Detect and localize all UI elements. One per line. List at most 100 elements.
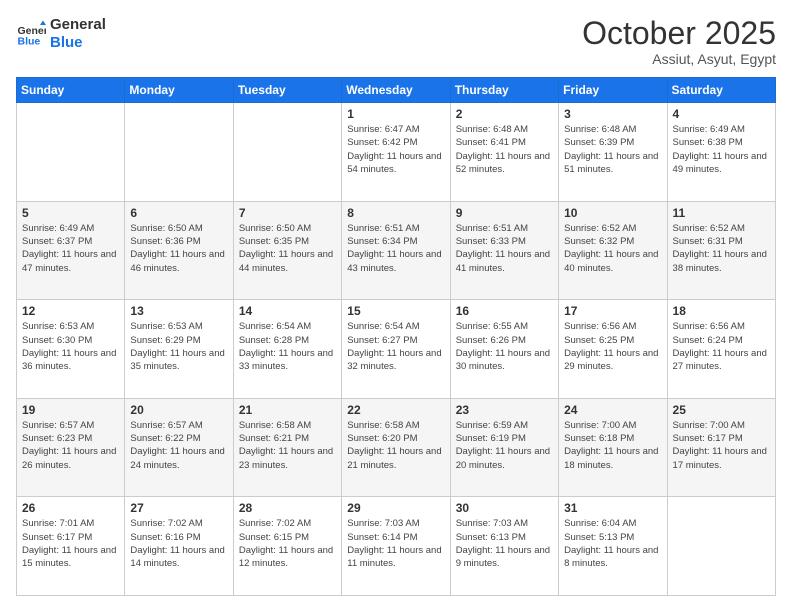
calendar-cell xyxy=(667,497,775,596)
day-info: Sunrise: 6:54 AMSunset: 6:27 PMDaylight:… xyxy=(347,320,444,373)
day-info: Sunrise: 6:51 AMSunset: 6:34 PMDaylight:… xyxy=(347,222,444,275)
day-info: Sunrise: 6:59 AMSunset: 6:19 PMDaylight:… xyxy=(456,419,553,472)
day-info: Sunrise: 6:50 AMSunset: 6:36 PMDaylight:… xyxy=(130,222,227,275)
day-info: Sunrise: 6:48 AMSunset: 6:41 PMDaylight:… xyxy=(456,123,553,176)
day-info: Sunrise: 6:53 AMSunset: 6:30 PMDaylight:… xyxy=(22,320,119,373)
title-block: October 2025 Assiut, Asyut, Egypt xyxy=(582,16,776,67)
day-number: 18 xyxy=(673,304,770,318)
calendar-cell: 13Sunrise: 6:53 AMSunset: 6:29 PMDayligh… xyxy=(125,300,233,399)
day-info: Sunrise: 6:54 AMSunset: 6:28 PMDaylight:… xyxy=(239,320,336,373)
day-number: 19 xyxy=(22,403,119,417)
day-info: Sunrise: 7:01 AMSunset: 6:17 PMDaylight:… xyxy=(22,517,119,570)
day-info: Sunrise: 6:58 AMSunset: 6:21 PMDaylight:… xyxy=(239,419,336,472)
header: General Blue General Blue October 2025 A… xyxy=(16,16,776,67)
logo-icon: General Blue xyxy=(16,19,46,49)
day-info: Sunrise: 6:04 AMSunset: 5:13 PMDaylight:… xyxy=(564,517,661,570)
calendar-cell: 19 Sunrise: 6:57 AMSunset: 6:23 PMDayligh… xyxy=(17,398,125,497)
day-info: Sunrise: 6:47 AMSunset: 6:42 PMDaylight:… xyxy=(347,123,444,176)
day-info: Sunrise: 6:49 AMSunset: 6:38 PMDaylight:… xyxy=(673,123,770,176)
day-info: Sunrise: 6:49 AMSunset: 6:37 PMDaylight:… xyxy=(22,222,119,275)
calendar-cell: 6 Sunrise: 6:50 AMSunset: 6:36 PMDaylight… xyxy=(125,201,233,300)
day-info: Sunrise: 7:02 AMSunset: 6:16 PMDaylight:… xyxy=(130,517,227,570)
calendar-cell: 8 Sunrise: 6:51 AMSunset: 6:34 PMDaylight… xyxy=(342,201,450,300)
day-info: Sunrise: 6:55 AMSunset: 6:26 PMDaylight:… xyxy=(456,320,553,373)
calendar-cell: 11 Sunrise: 6:52 AMSunset: 6:31 PMDayligh… xyxy=(667,201,775,300)
day-number: 27 xyxy=(130,501,227,515)
day-number: 31 xyxy=(564,501,661,515)
day-info: Sunrise: 6:56 AMSunset: 6:24 PMDaylight:… xyxy=(673,320,770,373)
day-info: Sunrise: 6:57 AMSunset: 6:23 PMDaylight:… xyxy=(22,419,119,472)
day-number: 3 xyxy=(564,107,661,121)
day-of-week-header: Monday xyxy=(125,78,233,103)
day-number: 5 xyxy=(22,206,119,220)
calendar-cell: 25 Sunrise: 7:00 AMSunset: 6:17 PMDayligh… xyxy=(667,398,775,497)
day-of-week-header: Tuesday xyxy=(233,78,341,103)
day-number: 9 xyxy=(456,206,553,220)
day-number: 8 xyxy=(347,206,444,220)
day-number: 13 xyxy=(130,304,227,318)
day-number: 23 xyxy=(456,403,553,417)
calendar-cell: 14 Sunrise: 6:54 AMSunset: 6:28 PMDayligh… xyxy=(233,300,341,399)
day-info: Sunrise: 6:56 AMSunset: 6:25 PMDaylight:… xyxy=(564,320,661,373)
calendar-cell: 22Sunrise: 6:58 AMSunset: 6:20 PMDayligh… xyxy=(342,398,450,497)
calendar-cell: 26 Sunrise: 7:01 AMSunset: 6:17 PMDayligh… xyxy=(17,497,125,596)
day-number: 6 xyxy=(130,206,227,220)
day-number: 15 xyxy=(347,304,444,318)
day-number: 20 xyxy=(130,403,227,417)
calendar-cell: 12 Sunrise: 6:53 AMSunset: 6:30 PMDayligh… xyxy=(17,300,125,399)
day-number: 12 xyxy=(22,304,119,318)
day-info: Sunrise: 7:00 AMSunset: 6:17 PMDaylight:… xyxy=(673,419,770,472)
calendar-cell: 1Sunrise: 6:47 AMSunset: 6:42 PMDaylight… xyxy=(342,103,450,202)
calendar-cell: 24 Sunrise: 7:00 AMSunset: 6:18 PMDayligh… xyxy=(559,398,667,497)
calendar-table: SundayMondayTuesdayWednesdayThursdayFrid… xyxy=(16,77,776,596)
logo: General Blue General Blue xyxy=(16,16,106,52)
day-info: Sunrise: 6:52 AMSunset: 6:31 PMDaylight:… xyxy=(673,222,770,275)
day-info: Sunrise: 7:03 AMSunset: 6:14 PMDaylight:… xyxy=(347,517,444,570)
day-number: 11 xyxy=(673,206,770,220)
day-of-week-header: Friday xyxy=(559,78,667,103)
calendar-cell: 3 Sunrise: 6:48 AMSunset: 6:39 PMDaylight… xyxy=(559,103,667,202)
calendar-cell: 9 Sunrise: 6:51 AMSunset: 6:33 PMDaylight… xyxy=(450,201,558,300)
day-of-week-header: Thursday xyxy=(450,78,558,103)
logo-text: General Blue xyxy=(50,16,106,52)
svg-text:Blue: Blue xyxy=(18,36,41,48)
calendar-cell: 5 Sunrise: 6:49 AMSunset: 6:37 PMDaylight… xyxy=(17,201,125,300)
calendar-cell: 23 Sunrise: 6:59 AMSunset: 6:19 PMDayligh… xyxy=(450,398,558,497)
day-info: Sunrise: 6:52 AMSunset: 6:32 PMDaylight:… xyxy=(564,222,661,275)
calendar-cell xyxy=(125,103,233,202)
calendar-cell: 2 Sunrise: 6:48 AMSunset: 6:41 PMDaylight… xyxy=(450,103,558,202)
day-number: 17 xyxy=(564,304,661,318)
calendar-cell: 27 Sunrise: 7:02 AMSunset: 6:16 PMDayligh… xyxy=(125,497,233,596)
day-info: Sunrise: 7:00 AMSunset: 6:18 PMDaylight:… xyxy=(564,419,661,472)
calendar-cell xyxy=(233,103,341,202)
calendar-cell: 30Sunrise: 7:03 AMSunset: 6:13 PMDayligh… xyxy=(450,497,558,596)
calendar-cell: 16 Sunrise: 6:55 AMSunset: 6:26 PMDayligh… xyxy=(450,300,558,399)
day-info: Sunrise: 6:48 AMSunset: 6:39 PMDaylight:… xyxy=(564,123,661,176)
calendar-cell: 21 Sunrise: 6:58 AMSunset: 6:21 PMDayligh… xyxy=(233,398,341,497)
calendar-cell: 20Sunrise: 6:57 AMSunset: 6:22 PMDayligh… xyxy=(125,398,233,497)
month-title: October 2025 xyxy=(582,16,776,51)
day-of-week-header: Saturday xyxy=(667,78,775,103)
day-number: 16 xyxy=(456,304,553,318)
calendar-cell: 17 Sunrise: 6:56 AMSunset: 6:25 PMDayligh… xyxy=(559,300,667,399)
day-number: 29 xyxy=(347,501,444,515)
day-number: 14 xyxy=(239,304,336,318)
calendar-cell: 18 Sunrise: 6:56 AMSunset: 6:24 PMDayligh… xyxy=(667,300,775,399)
day-number: 7 xyxy=(239,206,336,220)
calendar-cell: 4Sunrise: 6:49 AMSunset: 6:38 PMDaylight… xyxy=(667,103,775,202)
day-number: 28 xyxy=(239,501,336,515)
calendar-cell xyxy=(17,103,125,202)
location: Assiut, Asyut, Egypt xyxy=(582,51,776,67)
day-number: 21 xyxy=(239,403,336,417)
day-number: 22 xyxy=(347,403,444,417)
day-number: 10 xyxy=(564,206,661,220)
calendar-cell: 7 Sunrise: 6:50 AMSunset: 6:35 PMDaylight… xyxy=(233,201,341,300)
day-number: 2 xyxy=(456,107,553,121)
day-info: Sunrise: 6:50 AMSunset: 6:35 PMDaylight:… xyxy=(239,222,336,275)
day-number: 26 xyxy=(22,501,119,515)
calendar-cell: 10 Sunrise: 6:52 AMSunset: 6:32 PMDayligh… xyxy=(559,201,667,300)
page: General Blue General Blue October 2025 A… xyxy=(0,0,792,612)
day-info: Sunrise: 6:51 AMSunset: 6:33 PMDaylight:… xyxy=(456,222,553,275)
day-number: 24 xyxy=(564,403,661,417)
day-number: 25 xyxy=(673,403,770,417)
